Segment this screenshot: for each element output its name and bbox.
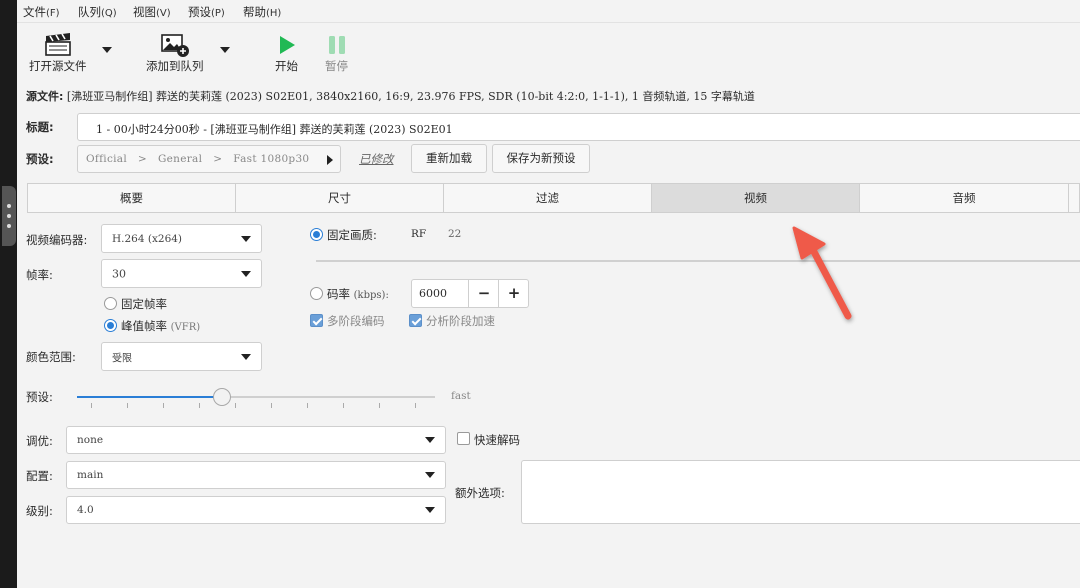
title-value: 1 - 00小时24分00秒 - [沸班亚马制作组] 葬送的芙莉莲 (2023)… — [96, 123, 453, 136]
multipass-label: 多阶段编码 — [327, 314, 385, 328]
tune-label: 调优: — [26, 434, 53, 448]
chevron-down-icon — [425, 437, 435, 443]
app-window: 文件(F) 队列(Q) 视图(V) 预设(P) 帮助(H) 打开源文件 添加到队… — [17, 0, 1080, 588]
fast-decode-checkbox[interactable] — [457, 432, 470, 445]
source-label: 源文件: — [26, 90, 64, 103]
constant-framerate-label: 固定帧率 — [121, 297, 167, 311]
add-queue-icon — [161, 34, 189, 57]
title-input[interactable]: 1 - 00小时24分00秒 - [沸班亚马制作组] 葬送的芙莉莲 (2023)… — [77, 113, 1080, 141]
chevron-down-icon — [425, 507, 435, 513]
framerate-label: 帧率: — [26, 268, 53, 282]
menu-bar: 文件(F) 队列(Q) 视图(V) 预设(P) 帮助(H) — [17, 0, 1080, 23]
constant-quality-label: 固定画质: — [327, 228, 377, 242]
chevron-down-icon — [241, 235, 251, 242]
preset-breadcrumb: Official > General > Fast 1080p30 — [86, 153, 310, 165]
turbo-checkbox[interactable] — [409, 314, 422, 327]
profile-value: main — [77, 469, 104, 481]
constant-quality-radio[interactable] — [310, 228, 323, 241]
encoder-value: H.264 (x264) — [112, 232, 183, 245]
level-select[interactable]: 4.0 — [66, 496, 446, 524]
pause-button[interactable]: 暂停 — [319, 30, 355, 73]
open-source-label: 打开源文件 — [29, 59, 87, 73]
menu-presets[interactable]: 预设(P) — [188, 4, 225, 20]
extra-options-label: 额外选项: — [455, 486, 505, 500]
color-range-select[interactable]: 受限 — [101, 342, 262, 371]
quality-slider[interactable] — [316, 260, 1080, 262]
profile-select[interactable]: main — [66, 461, 446, 489]
level-label: 级别: — [26, 504, 53, 518]
preset-selector[interactable]: Official > General > Fast 1080p30 — [77, 145, 341, 173]
add-to-queue-button[interactable]: 添加到队列 — [142, 30, 212, 73]
menu-file[interactable]: 文件(F) — [23, 4, 60, 20]
chevron-down-icon — [425, 472, 435, 478]
decrement-button[interactable]: − — [468, 280, 499, 307]
chevron-down-icon — [241, 353, 251, 360]
tab-audio[interactable]: 音频 — [860, 184, 1069, 212]
bitrate-value: 6000 — [419, 287, 447, 300]
color-range-value: 受限 — [112, 353, 132, 364]
start-label: 开始 — [275, 59, 298, 73]
tab-bar: 概要 尺寸 过滤 视频 音频 — [27, 183, 1080, 213]
preset-modified[interactable]: 已修改 — [359, 151, 394, 167]
menu-help[interactable]: 帮助(H) — [243, 4, 281, 20]
add-to-queue-label: 添加到队列 — [146, 59, 204, 73]
multipass-checkbox[interactable] — [310, 314, 323, 327]
slider-knob[interactable] — [213, 388, 231, 406]
profile-label: 配置: — [26, 469, 53, 483]
open-source-button[interactable]: 打开源文件 — [25, 30, 95, 73]
tab-summary[interactable]: 概要 — [28, 184, 236, 212]
tab-dimensions[interactable]: 尺寸 — [236, 184, 444, 212]
rf-label: RF — [411, 228, 427, 240]
encoder-preset-slider[interactable] — [77, 383, 437, 413]
side-drag-handle[interactable] — [2, 186, 16, 246]
tune-value: none — [77, 434, 104, 446]
peak-framerate-radio[interactable] — [104, 319, 117, 332]
side-strip — [0, 0, 17, 588]
tab-video[interactable]: 视频 — [652, 184, 860, 212]
encoder-select[interactable]: H.264 (x264) — [101, 224, 262, 253]
red-arrow-annotation — [792, 226, 852, 320]
framerate-select[interactable]: 30 — [101, 259, 262, 288]
tune-select[interactable]: none — [66, 426, 446, 454]
color-range-label: 颜色范围: — [26, 350, 76, 364]
tab-filters[interactable]: 过滤 — [444, 184, 652, 212]
bitrate-label: 码率 (kbps): — [327, 287, 389, 301]
open-source-dropdown[interactable] — [102, 47, 112, 53]
encoder-preset-label: 预设: — [26, 390, 53, 404]
preset-row-label: 预设: — [26, 152, 54, 166]
bitrate-spinbox[interactable]: 6000 − + — [411, 279, 529, 308]
reload-button[interactable]: 重新加载 — [411, 144, 487, 173]
peak-framerate-label: 峰值帧率 (VFR) — [121, 319, 201, 333]
bitrate-radio[interactable] — [310, 287, 323, 300]
extra-options-textarea[interactable] — [521, 460, 1080, 524]
encoder-label: 视频编码器: — [26, 233, 88, 247]
start-button[interactable]: 开始 — [269, 30, 305, 73]
menu-queue[interactable]: 队列(Q) — [78, 4, 117, 20]
source-value: [沸班亚马制作组] 葬送的芙莉莲 (2023) S02E01, 3840x216… — [66, 90, 755, 103]
pause-icon — [329, 36, 345, 54]
fast-decode-label: 快速解码 — [474, 433, 520, 447]
title-label: 标题: — [26, 120, 54, 134]
preset-next-icon — [327, 155, 333, 165]
save-new-preset-button[interactable]: 保存为新预设 — [492, 144, 590, 173]
rf-value: 22 — [448, 228, 462, 240]
constant-framerate-radio[interactable] — [104, 297, 117, 310]
level-value: 4.0 — [77, 504, 94, 516]
play-icon — [280, 36, 295, 54]
source-info: 源文件: [沸班亚马制作组] 葬送的芙莉莲 (2023) S02E01, 384… — [26, 88, 755, 104]
chevron-down-icon — [241, 270, 251, 277]
framerate-value: 30 — [112, 267, 126, 280]
increment-button[interactable]: + — [498, 280, 529, 307]
pause-label: 暂停 — [325, 59, 348, 73]
add-queue-dropdown[interactable] — [220, 47, 230, 53]
clapperboard-icon — [45, 33, 71, 56]
menu-view[interactable]: 视图(V) — [133, 4, 171, 20]
encoder-preset-value: fast — [451, 390, 471, 402]
turbo-label: 分析阶段加速 — [426, 314, 495, 328]
